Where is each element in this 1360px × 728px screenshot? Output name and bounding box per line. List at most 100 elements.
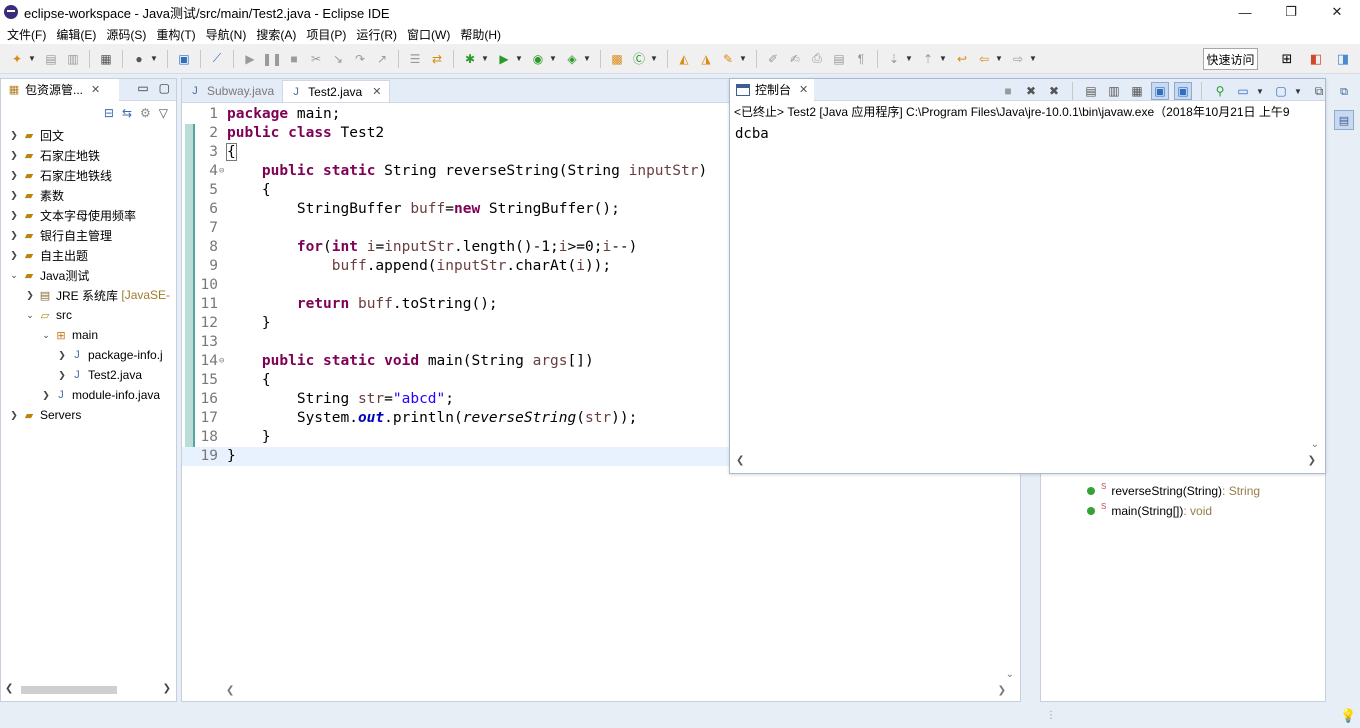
- skip-breakpoints-icon[interactable]: ⟋: [208, 50, 226, 68]
- chevron-down-icon[interactable]: ⌄: [23, 310, 37, 321]
- close-icon[interactable]: ✕: [372, 85, 381, 98]
- chevron-right-icon[interactable]: ❯: [7, 210, 21, 221]
- tree-item[interactable]: ⌄ ▰ Java测试: [1, 265, 176, 285]
- editor-tab-subway[interactable]: J Subway.java: [182, 80, 282, 102]
- open-perspective-icon[interactable]: ⊞: [1276, 48, 1298, 70]
- outline-item[interactable]: S main(String[]) : void: [1087, 501, 1212, 521]
- maximize-view-icon[interactable]: ⧉: [1310, 82, 1328, 100]
- scroll-down-icon[interactable]: ⌄: [1311, 439, 1319, 450]
- forward-icon[interactable]: ⇨: [1009, 50, 1027, 68]
- debug-icon[interactable]: ✱: [461, 50, 479, 68]
- close-icon[interactable]: ✕: [91, 83, 100, 96]
- tree-item[interactable]: ❯ ▰ 自主出题: [1, 245, 176, 265]
- chevron-right-icon[interactable]: ❯: [7, 170, 21, 181]
- mark-occurrences-icon[interactable]: ✍: [786, 50, 804, 68]
- scroll-lock-icon[interactable]: ▥: [1105, 82, 1123, 100]
- step-over-icon[interactable]: ↷: [351, 50, 369, 68]
- chevron-right-icon[interactable]: ❯: [55, 370, 69, 381]
- tree-item[interactable]: ❯ ▰ 银行自主管理: [1, 225, 176, 245]
- step-into-icon[interactable]: ↘: [329, 50, 347, 68]
- menu-search[interactable]: 搜索(A): [251, 26, 301, 43]
- chevron-right-icon[interactable]: ❯: [7, 130, 21, 141]
- chevron-right-icon[interactable]: ❯: [55, 350, 69, 361]
- chevron-right-icon[interactable]: ❯: [7, 150, 21, 161]
- scrollbar-thumb[interactable]: [21, 686, 117, 694]
- chevron-down-icon[interactable]: ⌄: [39, 330, 53, 341]
- menu-file[interactable]: 文件(F): [2, 26, 51, 43]
- console-toolbar-icon[interactable]: ▣: [175, 50, 193, 68]
- new-class-dropdown-icon[interactable]: ▼: [650, 54, 658, 63]
- tree-item[interactable]: ❯ ▰ 文本字母使用频率: [1, 205, 176, 225]
- step-return-icon[interactable]: ↗: [373, 50, 391, 68]
- remove-launch-icon[interactable]: ✖: [1022, 82, 1040, 100]
- chevron-right-icon[interactable]: ❯: [7, 190, 21, 201]
- view-menu-icon[interactable]: ▽: [159, 106, 168, 120]
- run-icon[interactable]: ▶: [495, 50, 513, 68]
- scroll-left-icon[interactable]: ❮: [226, 685, 234, 696]
- java-ee-perspective-icon[interactable]: ◧: [1305, 48, 1327, 70]
- remove-all-terminated-icon[interactable]: ✖: [1045, 82, 1063, 100]
- show-on-stderr-icon[interactable]: ▣: [1174, 82, 1192, 100]
- chevron-right-icon[interactable]: ❯: [7, 250, 21, 261]
- new-icon[interactable]: ✦: [8, 50, 26, 68]
- tree-item[interactable]: ❯ ▰ 回文: [1, 125, 176, 145]
- forward-dropdown-icon[interactable]: ▼: [1029, 54, 1037, 63]
- scroll-left-icon[interactable]: ❮: [5, 683, 13, 694]
- search-dropdown-icon[interactable]: ▼: [739, 54, 747, 63]
- new-java-package-icon[interactable]: ▩: [608, 50, 626, 68]
- user-dropdown-icon[interactable]: ▼: [150, 54, 158, 63]
- collapse-all-icon[interactable]: ⊟: [104, 106, 114, 120]
- chevron-right-icon[interactable]: ❯: [23, 290, 37, 301]
- tree-item[interactable]: ❯ ▰ Servers: [1, 405, 176, 425]
- open-console-icon[interactable]: ▢: [1272, 82, 1290, 100]
- open-task-icon[interactable]: ◮: [697, 50, 715, 68]
- fold-collapse-icon[interactable]: ⊖: [219, 162, 224, 181]
- coverage-icon[interactable]: ◉: [529, 50, 547, 68]
- editor-tab-test2[interactable]: J Test2.java ✕: [282, 80, 391, 102]
- terminal-icon[interactable]: ▦: [97, 50, 115, 68]
- chevron-right-icon[interactable]: ❯: [39, 390, 53, 401]
- tree-item[interactable]: ⌄ ▱ src: [1, 305, 176, 325]
- java-perspective-icon[interactable]: ◨: [1332, 48, 1354, 70]
- console-tab[interactable]: 控制台 ✕: [730, 78, 815, 101]
- tree-item[interactable]: ❯ J package-info.j: [1, 345, 176, 365]
- block-selection-icon[interactable]: ⎙: [808, 50, 826, 68]
- back-icon[interactable]: ⇦: [975, 50, 993, 68]
- filter-icon[interactable]: ⚙: [140, 106, 151, 120]
- tree-item[interactable]: ❯ ▰ 石家庄地铁线: [1, 165, 176, 185]
- chevron-right-icon[interactable]: ❯: [7, 230, 21, 241]
- disconnect-icon[interactable]: ✂: [307, 50, 325, 68]
- external-tools-dropdown-icon[interactable]: ▼: [583, 54, 591, 63]
- display-console-icon[interactable]: ▭: [1234, 82, 1252, 100]
- menu-navigate[interactable]: 导航(N): [201, 26, 252, 43]
- scroll-right-icon[interactable]: ❯: [998, 685, 1006, 696]
- horizontal-scrollbar[interactable]: ❮ ❯: [226, 685, 1006, 697]
- last-edit-location-icon[interactable]: ↩: [953, 50, 971, 68]
- chevron-right-icon[interactable]: ❯: [7, 410, 21, 421]
- save-icon[interactable]: ▤: [42, 50, 60, 68]
- resume-icon[interactable]: ▶: [241, 50, 259, 68]
- scroll-right-icon[interactable]: ❯: [1308, 455, 1316, 466]
- scroll-down-icon[interactable]: ⌄: [1006, 669, 1014, 680]
- quick-access-field[interactable]: 快速访问: [1203, 48, 1258, 70]
- suspend-icon[interactable]: ❚❚: [262, 50, 282, 68]
- outline-item[interactable]: S reverseString(String) : String: [1087, 481, 1260, 501]
- show-whitespace-icon[interactable]: ¶: [852, 50, 870, 68]
- menu-help[interactable]: 帮助(H): [455, 26, 506, 43]
- drop-to-frame-icon[interactable]: ☰: [406, 50, 424, 68]
- previous-annotation-icon[interactable]: ⇡: [919, 50, 937, 68]
- run-dropdown-icon[interactable]: ▼: [515, 54, 523, 63]
- menu-project[interactable]: 项目(P): [301, 26, 351, 43]
- menu-source[interactable]: 源码(S): [101, 26, 151, 43]
- menu-window[interactable]: 窗口(W): [402, 26, 455, 43]
- tree-item[interactable]: ❯ ▰ 石家庄地铁: [1, 145, 176, 165]
- use-step-filters-icon[interactable]: ⇄: [428, 50, 446, 68]
- back-dropdown-icon[interactable]: ▼: [995, 54, 1003, 63]
- terminate-icon[interactable]: ■: [285, 50, 303, 68]
- tree-item[interactable]: ❯ ▰ 素数: [1, 185, 176, 205]
- minimize-view-icon[interactable]: ▭: [137, 81, 148, 95]
- tree-item[interactable]: ❯ J Test2.java: [1, 365, 176, 385]
- console-trim-icon[interactable]: ▤: [1334, 110, 1354, 130]
- maximize-view-icon[interactable]: ▢: [159, 81, 170, 95]
- debug-dropdown-icon[interactable]: ▼: [481, 54, 489, 63]
